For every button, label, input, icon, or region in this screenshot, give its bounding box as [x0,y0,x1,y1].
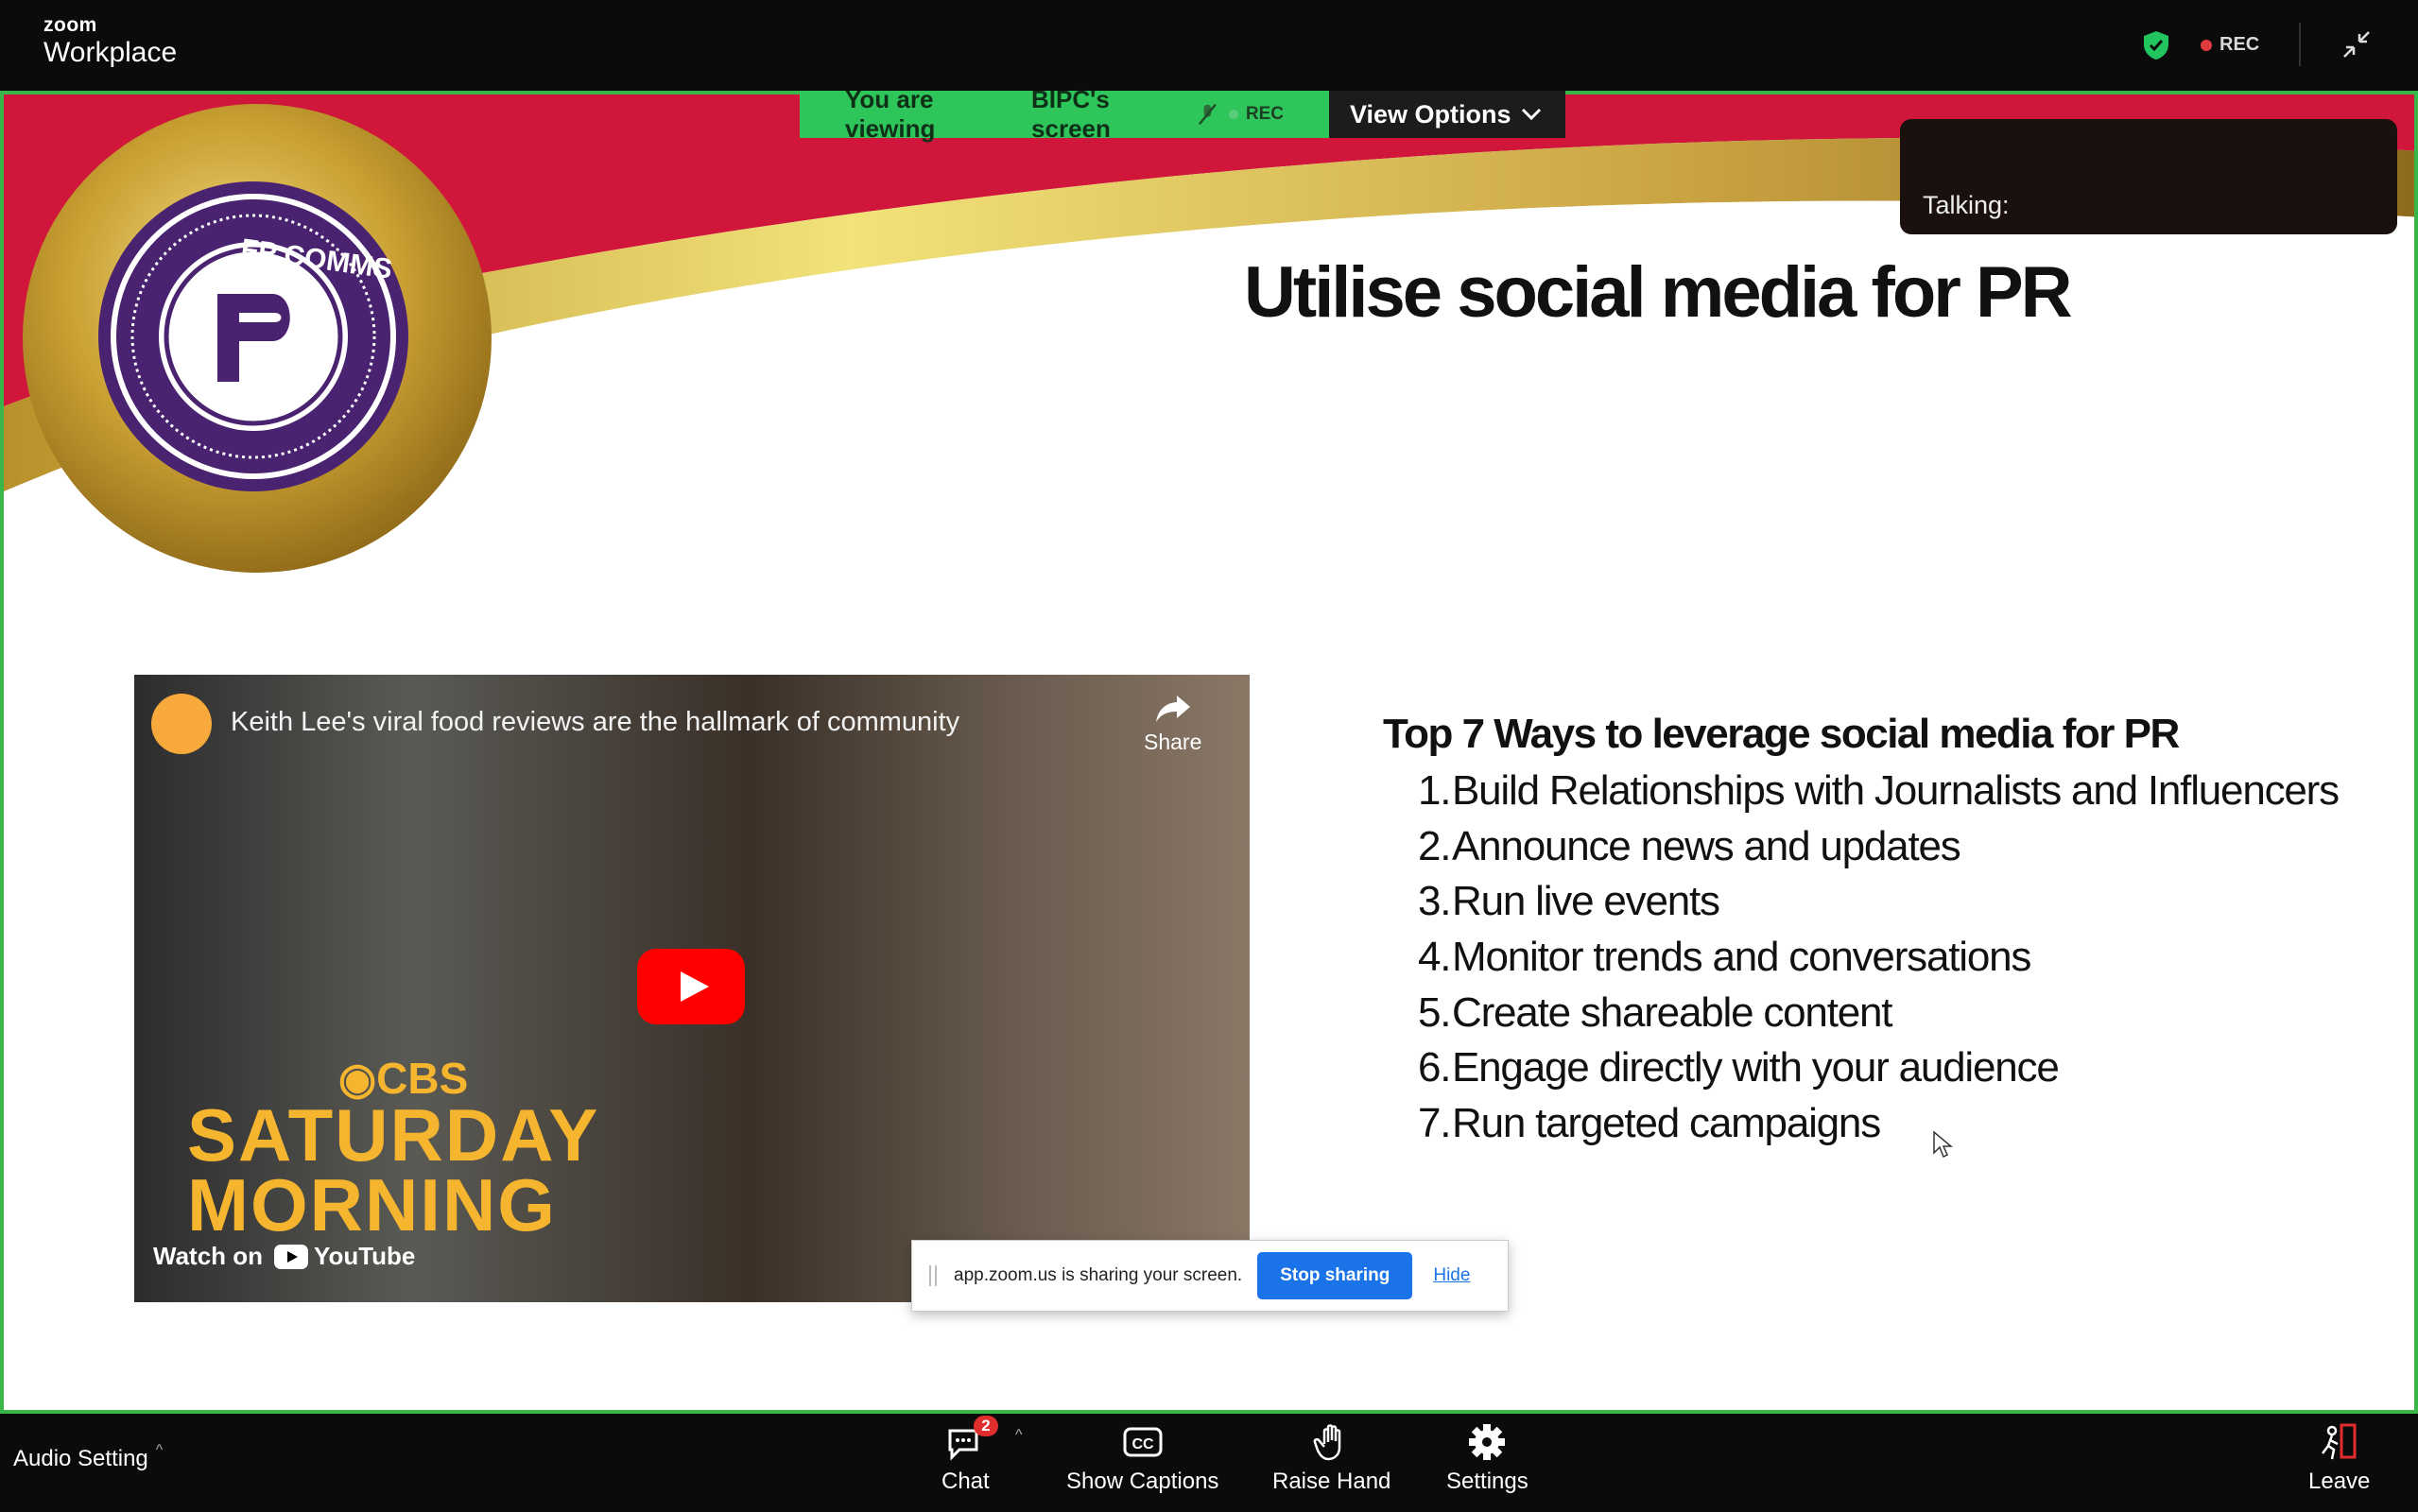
item-number: 7. [1418,1100,1451,1147]
raise-hand-button[interactable]: Raise Hand [1272,1421,1390,1495]
viewing-banner: You are viewing BIPC's screen REC View O… [800,85,1565,143]
list-item: 2.Announce news and updates [1418,819,2339,875]
list-item: 4.Monitor trends and conversations [1418,930,2339,986]
item-text: Build Relationships with Journalists and… [1452,767,2340,814]
item-number: 2. [1418,822,1451,869]
share-label: Share [1144,730,1202,754]
viewing-text: You are viewing [845,85,936,143]
list-item: 6.Engage directly with your audience [1418,1040,2339,1096]
encryption-shield-icon[interactable] [2142,30,2170,60]
item-number: 3. [1418,878,1451,925]
talking-label: Talking: [1923,191,2010,219]
raise-hand-label: Raise Hand [1272,1469,1391,1494]
viewing-rec-indicator: REC [1228,104,1284,125]
item-number: 5. [1418,988,1451,1036]
chat-button[interactable]: 2 Chat [941,1416,998,1495]
share-notice-text: app.zoom.us is sharing your screen. [954,1265,1243,1285]
view-options-button[interactable]: View Options [1329,91,1565,138]
fp-comms-logo: FP COMMS [23,104,492,573]
chat-badge: 2 [974,1416,998,1436]
list-item: 5.Create shareable content [1418,986,2339,1041]
show-name: SATURDAY MORNING [187,1093,600,1247]
ways-list: 1.Build Relationships with Journalists a… [1418,764,2340,1152]
play-button[interactable] [637,949,745,1024]
view-options-label: View Options [1350,99,1511,129]
list-item: 3.Run live events [1418,874,2339,930]
audio-setting-button[interactable]: Audio Setting ^ [13,1442,163,1472]
divider [2299,23,2301,66]
caret-up-icon[interactable]: ^ [156,1442,164,1459]
gear-icon [1469,1424,1506,1460]
top-bar: zoom Workplace REC [0,0,2418,91]
meeting-toolbar: Audio Setting ^ 2 Chat ^ CC Show Caption… [0,1414,2418,1512]
recording-dot-icon [2201,39,2212,51]
leave-door-icon [2321,1423,2357,1460]
closed-captions-icon: CC [1123,1427,1163,1457]
youtube-logo: YouTube [274,1242,415,1271]
presenter-name: BIPC's screen [1031,85,1111,143]
item-text: Run live events [1452,878,1720,925]
viewing-rec-label: REC [1245,104,1284,124]
leave-label: Leave [2308,1469,2371,1494]
captions-label: Show Captions [1066,1469,1219,1494]
share-arrow-icon [1155,696,1190,722]
item-number: 1. [1418,767,1451,814]
item-number: 6. [1418,1044,1451,1091]
leave-button[interactable]: Leave [2308,1421,2370,1495]
item-number: 4. [1418,934,1451,981]
stop-sharing-button[interactable]: Stop sharing [1257,1252,1413,1299]
show-line-2: MORNING [187,1163,557,1247]
mouse-cursor-icon [1933,1130,1953,1159]
recording-label: REC [2219,34,2260,55]
youtube-label: YouTube [314,1242,416,1270]
item-text: Create shareable content [1452,988,1893,1036]
item-text: Monitor trends and conversations [1452,934,2031,981]
settings-button[interactable]: Settings [1446,1421,1529,1495]
drag-handle[interactable] [929,1265,937,1286]
video-share-button[interactable]: Share [1144,694,1201,755]
svg-text:CC: CC [1131,1436,1154,1452]
muted-mic-icon [1199,103,1217,126]
youtube-video-embed[interactable]: Keith Lee's viral food reviews are the h… [134,675,1250,1302]
exit-fullscreen-icon[interactable] [2340,28,2373,60]
watch-on-label: Watch on [153,1242,264,1270]
item-text: Engage directly with your audience [1452,1044,2060,1091]
chat-caret-up-icon[interactable]: ^ [1015,1427,1023,1444]
hide-link[interactable]: Hide [1433,1265,1470,1286]
channel-avatar[interactable] [151,694,212,754]
show-captions-button[interactable]: CC Show Captions [1066,1421,1218,1495]
list-item: 7.Run targeted campaigns [1418,1096,2339,1152]
rec-dot-icon [1228,110,1238,119]
audio-setting-label: Audio Setting [13,1446,148,1471]
video-title[interactable]: Keith Lee's viral food reviews are the h… [231,707,959,738]
talking-indicator: Talking: [1900,119,2397,234]
youtube-play-icon [274,1244,309,1269]
brand-small: zoom [43,14,97,36]
watch-on-youtube[interactable]: Watch on YouTube [153,1242,415,1271]
zoom-workplace-logo: zoom Workplace [43,15,177,67]
item-text: Announce news and updates [1452,822,1961,869]
brand-name: Workplace [43,37,178,68]
chevron-down-icon [1521,108,1541,121]
item-text: Run targeted campaigns [1452,1100,1881,1147]
show-line-1: SATURDAY [187,1093,600,1177]
recording-indicator[interactable]: REC [2201,34,2259,56]
chat-label: Chat [941,1469,990,1494]
settings-label: Settings [1446,1469,1529,1494]
slide-title: Utilise social media for PR [1244,252,2073,333]
list-heading: Top 7 Ways to leverage social media for … [1383,711,2180,757]
screen-share-notice: app.zoom.us is sharing your screen. Stop… [911,1240,1509,1312]
list-item: 1.Build Relationships with Journalists a… [1418,764,2340,819]
raise-hand-icon [1313,1424,1340,1461]
viewing-status: You are viewing BIPC's screen REC [800,85,1329,143]
